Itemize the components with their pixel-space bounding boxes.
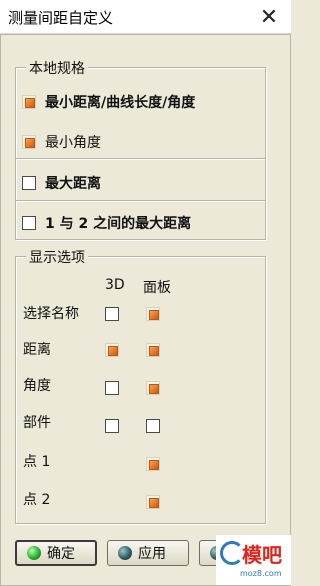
select-name-3d-checkbox[interactable] bbox=[105, 307, 119, 321]
separator bbox=[16, 200, 265, 202]
row-label-distance: 距离 bbox=[23, 342, 51, 358]
max-distance-1-2-label: 1 与 2 之间的最大距离 bbox=[45, 216, 192, 232]
row-label-point-1: 点 1 bbox=[23, 454, 51, 470]
display-options-legend: 显示选项 bbox=[26, 247, 88, 267]
column-header-panel: 面板 bbox=[143, 280, 171, 296]
row-label-select-name: 选择名称 bbox=[23, 306, 79, 322]
point-1-panel-checkbox[interactable] bbox=[146, 457, 160, 471]
distance-3d-checkbox[interactable] bbox=[105, 343, 119, 357]
dark-led-icon bbox=[118, 546, 132, 560]
ok-button[interactable]: 确定 bbox=[15, 540, 97, 566]
distance-panel-checkbox[interactable] bbox=[146, 343, 160, 357]
min-angle-checkbox[interactable] bbox=[22, 135, 36, 149]
row-label-part: 部件 bbox=[23, 415, 51, 431]
watermark-logo: 模吧 moz8.com bbox=[216, 535, 291, 585]
option-min-angle[interactable]: 最小角度 bbox=[16, 132, 265, 152]
dialog-body: 本地规格 最小距离/曲线长度/角度 最小角度 最大距离 1 与 2 之间的最大距… bbox=[0, 34, 291, 586]
watermark-text: 模吧 bbox=[242, 543, 282, 567]
option-max-distance[interactable]: 最大距离 bbox=[16, 173, 265, 193]
max-distance-1-2-checkbox[interactable] bbox=[22, 216, 36, 230]
point-2-panel-checkbox[interactable] bbox=[146, 495, 160, 509]
part-panel-checkbox[interactable] bbox=[146, 419, 160, 433]
separator bbox=[16, 158, 265, 160]
option-max-distance-1-2[interactable]: 1 与 2 之间的最大距离 bbox=[16, 213, 265, 233]
part-3d-checkbox[interactable] bbox=[105, 419, 119, 433]
max-distance-label: 最大距离 bbox=[45, 176, 101, 192]
display-options-group: 显示选项 3D 面板 选择名称 距离 角度 部件 点 1 点 2 bbox=[15, 247, 266, 524]
close-icon[interactable]: ✕ bbox=[255, 3, 283, 31]
row-label-angle: 角度 bbox=[23, 378, 51, 394]
column-header-3d: 3D bbox=[105, 277, 125, 293]
select-name-panel-checkbox[interactable] bbox=[146, 307, 160, 321]
angle-panel-checkbox[interactable] bbox=[146, 381, 160, 395]
apply-button-label: 应用 bbox=[138, 546, 166, 562]
window-title: 测量间距自定义 bbox=[8, 9, 114, 27]
ok-button-label: 确定 bbox=[47, 546, 75, 562]
title-bar: 测量间距自定义 ✕ bbox=[0, 0, 291, 34]
local-spec-group: 本地规格 最小距离/曲线长度/角度 最小角度 最大距离 1 与 2 之间的最大距… bbox=[15, 58, 266, 240]
watermark-url: moz8.com bbox=[240, 569, 282, 578]
min-distance-checkbox[interactable] bbox=[22, 95, 36, 109]
angle-3d-checkbox[interactable] bbox=[105, 381, 119, 395]
min-angle-label: 最小角度 bbox=[45, 135, 101, 151]
apply-button[interactable]: 应用 bbox=[107, 540, 189, 566]
green-led-icon bbox=[27, 546, 41, 560]
min-distance-label: 最小距离/曲线长度/角度 bbox=[45, 95, 196, 111]
option-min-distance[interactable]: 最小距离/曲线长度/角度 bbox=[16, 92, 265, 112]
logo-icon bbox=[220, 541, 244, 565]
row-label-point-2: 点 2 bbox=[23, 492, 51, 508]
local-spec-legend: 本地规格 bbox=[26, 58, 88, 78]
max-distance-checkbox[interactable] bbox=[22, 176, 36, 190]
